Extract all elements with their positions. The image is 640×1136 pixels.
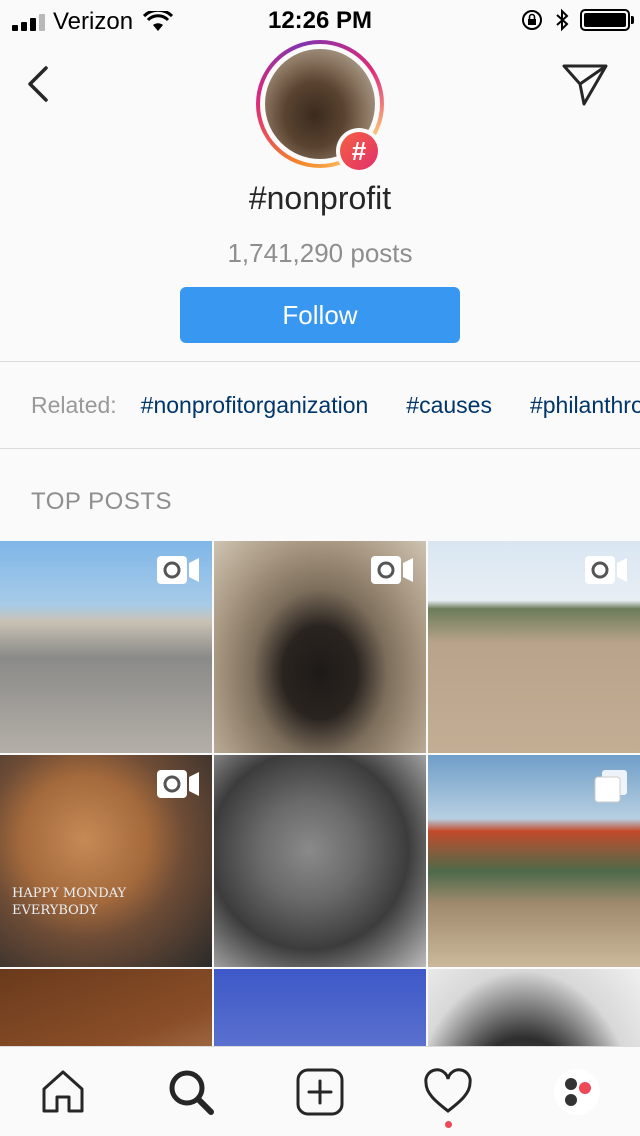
rotation-lock-icon — [522, 10, 542, 30]
battery-icon — [580, 9, 634, 31]
related-hashtags: Related: #nonprofitorganization #causes … — [31, 392, 640, 419]
album-icon — [594, 770, 627, 803]
page-title: #nonprofit — [248, 180, 392, 216]
video-icon — [157, 556, 199, 584]
status-bar: Verizon 12:26 PM — [0, 0, 640, 40]
back-button[interactable] — [20, 62, 60, 106]
related-tag[interactable]: #causes — [406, 392, 492, 419]
video-icon — [585, 556, 627, 584]
share-direct-icon[interactable] — [560, 60, 610, 108]
home-icon[interactable] — [38, 1067, 88, 1117]
post-count: 1,741,290 posts — [227, 238, 413, 268]
bottom-tab-bar — [0, 1046, 640, 1136]
post-thumbnail[interactable] — [428, 541, 640, 753]
notification-dot — [445, 1121, 452, 1128]
bluetooth-icon — [556, 8, 569, 32]
video-icon — [157, 770, 199, 798]
add-post-icon[interactable] — [295, 1067, 345, 1117]
follow-button[interactable]: Follow — [180, 287, 460, 343]
post-thumbnail[interactable] — [428, 969, 640, 1046]
post-thumbnail[interactable] — [214, 541, 426, 753]
related-label: Related: — [31, 392, 117, 418]
search-icon[interactable] — [166, 1067, 216, 1117]
post-thumbnail[interactable]: HAPPY MONDAY EVERYBODY — [0, 755, 212, 967]
post-thumbnail[interactable] — [214, 969, 426, 1046]
activity-heart-icon[interactable] — [423, 1067, 473, 1117]
hashtag-badge-icon: # — [340, 132, 378, 170]
post-thumbnail[interactable] — [428, 755, 640, 967]
hashtag-badge: # — [336, 128, 382, 174]
related-tag[interactable]: #nonprofitorganization — [141, 392, 369, 419]
top-posts-grid: HAPPY MONDAY EVERYBODY — [0, 541, 640, 1046]
related-tag[interactable]: #philanthropy — [530, 392, 640, 419]
profile-avatar-icon[interactable] — [552, 1067, 602, 1117]
video-icon — [371, 556, 413, 584]
divider — [0, 448, 640, 449]
divider — [0, 361, 640, 362]
post-thumbnail[interactable] — [214, 755, 426, 967]
post-thumbnail[interactable] — [0, 969, 212, 1046]
section-title: TOP POSTS — [31, 488, 172, 515]
post-caption-overlay: HAPPY MONDAY EVERYBODY — [12, 886, 127, 918]
post-thumbnail[interactable] — [0, 541, 212, 753]
